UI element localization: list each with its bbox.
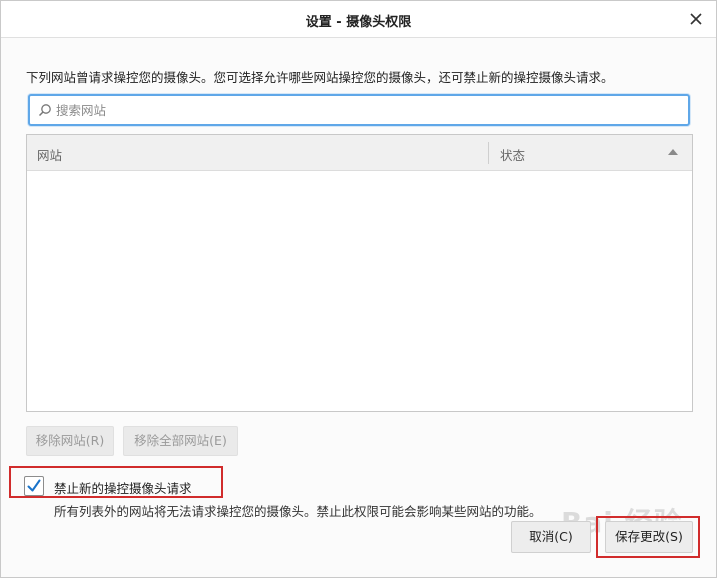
remove-site-button[interactable]: 移除网站(R) <box>26 426 114 456</box>
block-new-requests-label[interactable]: 禁止新的操控摄像头请求 <box>54 478 192 497</box>
close-icon <box>690 13 702 25</box>
column-divider <box>488 142 489 164</box>
column-header-site[interactable]: 网站 <box>37 145 62 164</box>
permission-note: 所有列表外的网站将无法请求操控您的摄像头。禁止此权限可能会影响某些网站的功能。 <box>54 504 542 519</box>
sites-table: 网站 状态 <box>26 134 693 412</box>
save-changes-button[interactable]: 保存更改(S) <box>605 521 693 553</box>
title-bar: 设置 - 摄像头权限 <box>1 1 716 38</box>
sort-ascending-icon[interactable] <box>668 149 678 155</box>
search-box[interactable] <box>28 94 690 126</box>
search-input[interactable] <box>56 100 676 120</box>
remove-all-sites-button[interactable]: 移除全部网站(E) <box>123 426 238 456</box>
table-header: 网站 状态 <box>27 135 692 171</box>
dialog-title: 设置 - 摄像头权限 <box>305 15 412 30</box>
cancel-button[interactable]: 取消(C) <box>511 521 591 553</box>
search-icon <box>38 104 51 117</box>
checkmark-icon <box>27 479 41 492</box>
camera-permissions-dialog: 设置 - 摄像头权限 下列网站曾请求操控您的摄像头。您可选择允许哪些网站操控您的… <box>0 0 717 578</box>
description-text: 下列网站曾请求操控您的摄像头。您可选择允许哪些网站操控您的摄像头，还可禁止新的操… <box>26 70 614 85</box>
block-new-requests-checkbox[interactable] <box>24 476 44 496</box>
close-button[interactable] <box>686 9 706 29</box>
column-header-status[interactable]: 状态 <box>500 145 525 164</box>
